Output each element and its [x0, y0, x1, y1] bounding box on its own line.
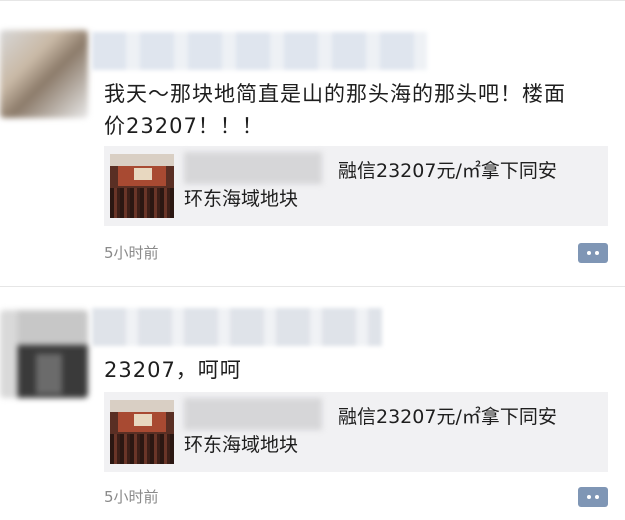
- post-text: 我天～那块地简直是山的那头海的那头吧！楼面价23207！！！: [104, 82, 566, 138]
- article-title-line-2: 环东海域地块: [184, 434, 299, 456]
- article-title-line-1: 融信23207元/㎡拿下同安: [338, 160, 557, 182]
- divider: [0, 0, 625, 1]
- comment-icon[interactable]: [578, 487, 608, 507]
- shared-article-card[interactable]: 融信23207元/㎡拿下同安 环东海域地块: [104, 146, 608, 226]
- divider: [0, 286, 625, 287]
- post-timestamp: 5小时前: [104, 244, 159, 262]
- avatar[interactable]: [0, 310, 88, 398]
- article-title-line-1: 融信23207元/㎡拿下同安: [338, 406, 557, 428]
- avatar[interactable]: [0, 30, 88, 118]
- feed-post: 我天～那块地简直是山的那头海的那头吧！楼面价23207！！！ 融信23207元/…: [0, 0, 625, 286]
- username-blurred[interactable]: [92, 32, 427, 70]
- article-title-line-2: 环东海域地块: [184, 188, 299, 210]
- article-thumbnail: [110, 400, 174, 464]
- username-blurred[interactable]: [92, 308, 382, 346]
- blurred-source: [184, 152, 322, 184]
- shared-article-card[interactable]: 融信23207元/㎡拿下同安 环东海域地块: [104, 392, 608, 472]
- article-thumbnail: [110, 154, 174, 218]
- post-timestamp: 5小时前: [104, 488, 159, 506]
- blurred-source: [184, 398, 322, 430]
- feed-post: 23207，呵呵 融信23207元/㎡拿下同安 环东海域地块 5小时前: [0, 286, 625, 520]
- post-text: 23207，呵呵: [104, 358, 242, 382]
- comment-icon[interactable]: [578, 243, 608, 263]
